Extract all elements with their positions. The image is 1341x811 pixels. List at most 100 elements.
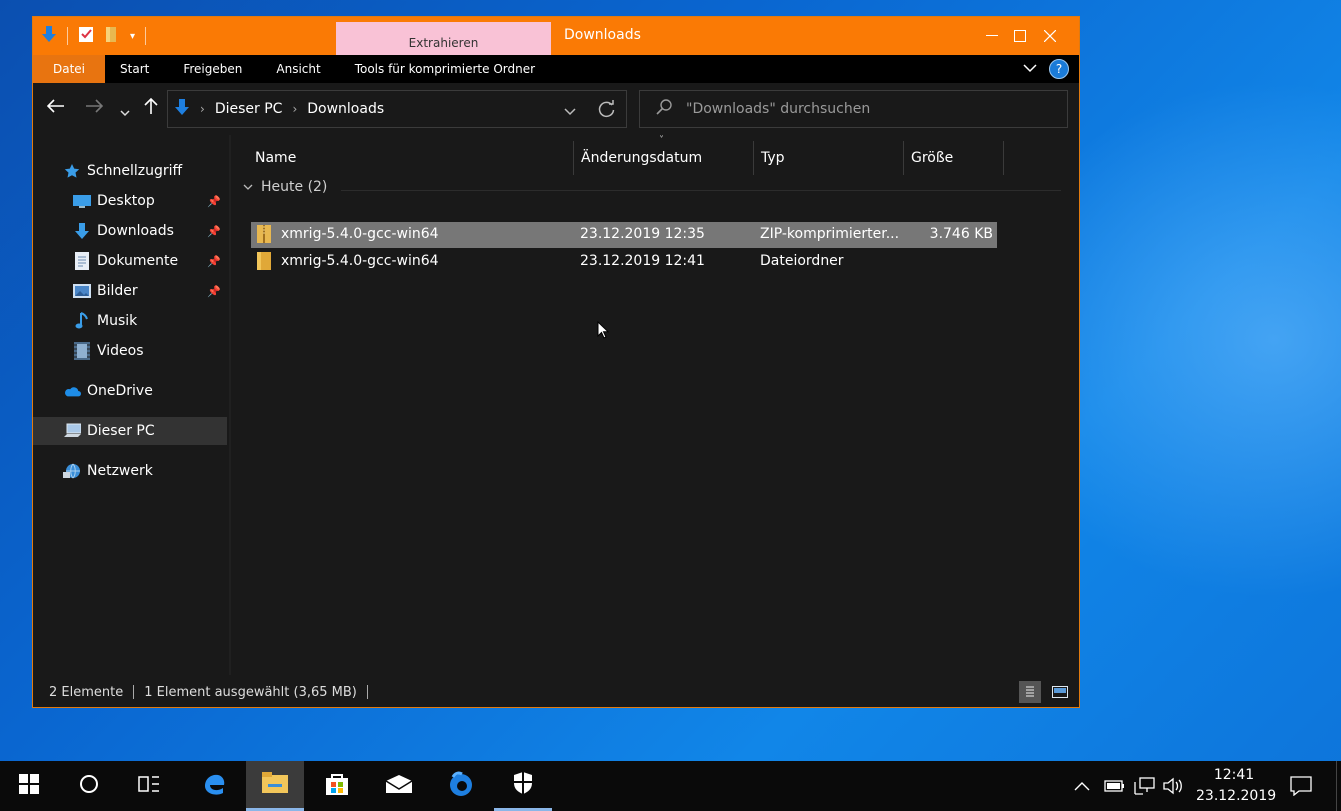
nav-item-schnellzugriff[interactable]: Schnellzugriff: [33, 157, 227, 185]
action-center-icon[interactable]: [1290, 761, 1312, 811]
search-placeholder: "Downloads" durchsuchen: [686, 101, 871, 117]
properties-icon[interactable]: [78, 25, 94, 47]
mail-envelope-icon: [385, 774, 413, 798]
collapse-chevron-icon[interactable]: [243, 179, 253, 195]
volume-icon[interactable]: [1163, 761, 1185, 811]
quick-access-toolbar: ▾: [33, 17, 147, 55]
nav-item-label: Bilder: [97, 283, 138, 299]
pin-icon[interactable]: 📌: [207, 225, 221, 238]
taskbar-security[interactable]: [494, 761, 552, 811]
navigation-bar: › Dieser PC › Downloads "Downloads" durc…: [33, 83, 1079, 135]
taskbar-firefox[interactable]: [432, 761, 490, 811]
store-bag-icon: [325, 772, 349, 800]
nav-item-dokumente[interactable]: Dokumente 📌: [33, 247, 227, 275]
column-header-size[interactable]: Größe: [911, 141, 953, 175]
address-dropdown-chevron-icon[interactable]: [564, 104, 576, 120]
breadcrumb-dieser-pc[interactable]: Dieser PC: [215, 101, 283, 117]
status-divider: [366, 685, 368, 699]
window-title: Downloads: [564, 27, 641, 43]
taskbar-mail[interactable]: [370, 761, 428, 811]
nav-item-label: Musik: [97, 313, 138, 329]
task-view-button[interactable]: [120, 761, 178, 811]
system-clock[interactable]: 12:41 23.12.2019: [1196, 765, 1277, 807]
address-bar[interactable]: › Dieser PC › Downloads: [167, 90, 627, 128]
network-icon: [63, 463, 81, 479]
column-header-date[interactable]: Änderungsdatum: [581, 141, 702, 175]
mouse-cursor-icon: [597, 320, 610, 343]
clock-date: 23.12.2019: [1196, 788, 1277, 804]
music-note-icon: [73, 312, 91, 329]
group-label: Heute (2): [261, 179, 328, 195]
download-arrow-icon[interactable]: [41, 25, 57, 47]
column-header-name[interactable]: Name: [255, 141, 296, 175]
status-divider: [133, 685, 135, 699]
file-type: Dateiordner: [760, 253, 844, 269]
clock-time: 12:41: [1213, 767, 1255, 783]
large-icons-view-icon[interactable]: [1049, 681, 1071, 703]
breadcrumb-downloads[interactable]: Downloads: [307, 101, 384, 117]
shield-icon: [512, 771, 534, 799]
tab-start[interactable]: Start: [105, 55, 166, 83]
nav-item-dieser-pc[interactable]: Dieser PC: [33, 417, 227, 445]
nav-item-videos[interactable]: Videos: [33, 337, 227, 365]
pin-icon[interactable]: 📌: [207, 285, 221, 298]
customize-toolbar-chevron-icon[interactable]: ▾: [130, 31, 135, 42]
nav-item-netzwerk[interactable]: Netzwerk: [33, 457, 227, 485]
tab-datei[interactable]: Datei: [33, 55, 106, 83]
column-divider[interactable]: [753, 141, 754, 175]
context-tab-extract[interactable]: Extrahieren: [336, 22, 551, 55]
search-box[interactable]: "Downloads" durchsuchen: [639, 90, 1068, 128]
file-row[interactable]: xmrig-5.4.0-gcc-win64 23.12.2019 12:41 D…: [251, 249, 997, 275]
file-name: xmrig-5.4.0-gcc-win64: [281, 253, 439, 269]
video-icon: [73, 342, 91, 360]
taskbar-file-explorer[interactable]: [246, 761, 304, 811]
forward-arrow-icon[interactable]: [85, 97, 104, 118]
group-header-today[interactable]: Heute (2): [243, 179, 327, 195]
column-header-type[interactable]: Typ: [761, 141, 785, 175]
expand-ribbon-chevron-icon[interactable]: [1023, 62, 1037, 76]
search-icon: [656, 99, 672, 119]
breadcrumb-separator-icon[interactable]: ›: [292, 102, 297, 116]
tab-freigeben[interactable]: Freigeben: [166, 55, 259, 83]
pin-icon[interactable]: 📌: [207, 255, 221, 268]
help-button[interactable]: ?: [1049, 59, 1069, 79]
zip-folder-icon: [257, 225, 271, 247]
nav-item-label: OneDrive: [87, 383, 153, 399]
taskbar-edge[interactable]: [185, 761, 243, 811]
file-row[interactable]: xmrig-5.4.0-gcc-win64 23.12.2019 12:35 Z…: [251, 222, 997, 248]
start-button[interactable]: [0, 761, 58, 811]
tab-ansicht[interactable]: Ansicht: [259, 55, 337, 83]
nav-item-bilder[interactable]: Bilder 📌: [33, 277, 227, 305]
cortana-button[interactable]: [60, 761, 118, 811]
network-status-icon[interactable]: [1134, 761, 1156, 811]
column-divider[interactable]: [903, 141, 904, 175]
back-arrow-icon[interactable]: [46, 97, 65, 118]
ribbon-controls: ?: [1023, 59, 1069, 79]
breadcrumb-separator-icon[interactable]: ›: [200, 102, 205, 116]
nav-item-downloads[interactable]: Downloads 📌: [33, 217, 227, 245]
column-divider[interactable]: [573, 141, 574, 175]
nav-item-musik[interactable]: Musik: [33, 307, 227, 335]
taskbar-store[interactable]: [308, 761, 366, 811]
title-bar[interactable]: ▾: [33, 17, 1079, 55]
nav-item-onedrive[interactable]: OneDrive: [33, 377, 227, 405]
status-selection: 1 Element ausgewählt (3,65 MB): [144, 684, 357, 700]
pin-icon[interactable]: 📌: [207, 195, 221, 208]
document-icon: [73, 252, 91, 270]
show-desktop-button[interactable]: [1336, 761, 1337, 811]
tab-tools-komprimierte-ordner[interactable]: Tools für komprimierte Ordner: [338, 55, 552, 83]
tray-show-hidden-icon[interactable]: [1074, 761, 1090, 811]
battery-icon[interactable]: [1104, 761, 1126, 811]
up-arrow-icon[interactable]: [144, 97, 158, 120]
details-view-icon[interactable]: [1019, 681, 1041, 703]
close-button[interactable]: [1021, 17, 1079, 55]
new-folder-icon[interactable]: [104, 25, 120, 47]
refresh-icon[interactable]: [598, 100, 616, 122]
nav-item-desktop[interactable]: Desktop 📌: [33, 187, 227, 215]
file-explorer-folder-icon: [262, 771, 288, 798]
column-divider[interactable]: [1003, 141, 1004, 175]
nav-item-label: Schnellzugriff: [87, 163, 183, 179]
edge-browser-icon: [202, 772, 226, 800]
recent-locations-chevron-icon[interactable]: [120, 101, 130, 122]
navigation-pane: Schnellzugriff Desktop 📌 Downloads 📌 Dok…: [33, 135, 229, 675]
